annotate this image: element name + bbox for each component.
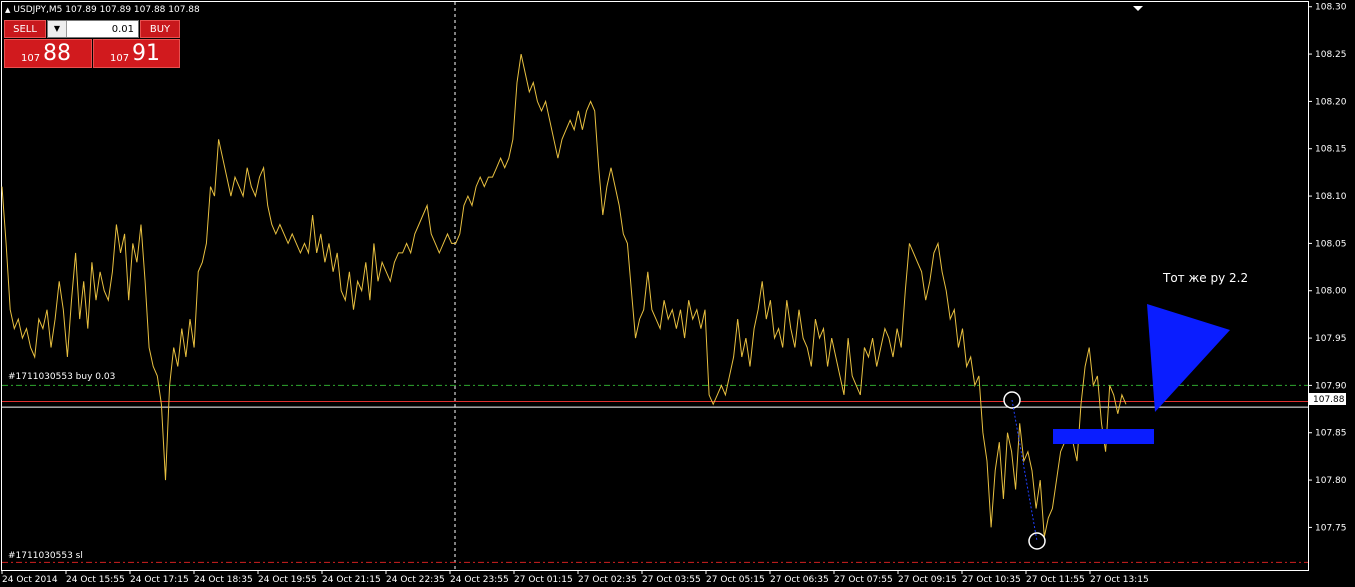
price-chart[interactable]: 108.30 108.25 108.20 108.15 108.10 108.05 108.… <box>0 0 1355 587</box>
y-tick-label: 108.00 <box>1315 287 1347 297</box>
annotation-text[interactable]: Тот же ру 2.2 <box>1162 271 1248 285</box>
buy-order-label: #1711030553 buy 0.03 <box>8 372 115 382</box>
y-tick-label: 107.75 <box>1315 523 1347 533</box>
collapse-triangle-icon[interactable]: ▲ <box>5 6 10 14</box>
price-axis: 108.30 108.25 108.20 108.15 108.10 108.05 108.… <box>1308 3 1347 533</box>
y-tick-label: 108.30 <box>1315 3 1347 13</box>
x-tick-label: 27 Oct 09:15 <box>898 575 957 585</box>
y-tick-label: 107.90 <box>1315 381 1347 391</box>
x-tick-label: 24 Oct 23:55 <box>450 575 509 585</box>
x-tick-label: 27 Oct 03:55 <box>642 575 701 585</box>
price-series-line <box>1 53 1127 538</box>
chart-shift-icon[interactable] <box>1133 6 1143 11</box>
bid-price-prefix: 107 <box>21 53 41 64</box>
x-tick-label: 24 Oct 22:35 <box>386 575 445 585</box>
stop-loss-label: #1711030553 sl <box>8 551 83 561</box>
y-tick-label: 108.20 <box>1315 97 1347 107</box>
y-tick-label: 108.15 <box>1315 145 1347 155</box>
lot-size-value: 0.01 <box>111 24 134 35</box>
ask-price-pips: 91 <box>132 41 160 66</box>
y-tick-label: 107.85 <box>1315 429 1347 439</box>
x-tick-label: 24 Oct 15:55 <box>66 575 125 585</box>
bid-price-pips: 88 <box>43 41 71 66</box>
blue-triangle-drawing[interactable] <box>1147 304 1230 412</box>
symbol-text: USDJPY,M5 107.89 107.89 107.88 107.88 <box>13 5 200 15</box>
y-tick-label: 108.25 <box>1315 50 1347 60</box>
x-tick-label: 24 Oct 2014 <box>2 575 58 585</box>
trade-markers <box>1003 391 1046 550</box>
current-price-value: 107.88 <box>1313 395 1345 405</box>
x-tick-label: 27 Oct 13:15 <box>1090 575 1149 585</box>
y-tick-label: 108.05 <box>1315 239 1347 249</box>
sell-button[interactable]: SELL <box>4 20 46 38</box>
x-tick-label: 27 Oct 01:15 <box>514 575 573 585</box>
x-tick-label: 27 Oct 10:35 <box>962 575 1021 585</box>
y-tick-label: 107.80 <box>1315 476 1347 486</box>
blue-rectangle-drawing[interactable] <box>1053 429 1154 444</box>
lot-dropdown-icon[interactable]: ▼ <box>48 21 67 37</box>
trade-connector-line <box>1011 399 1038 542</box>
lot-size-field[interactable]: ▼ 0.01 <box>47 20 139 38</box>
y-tick-label: 107.95 <box>1315 334 1347 344</box>
x-tick-label: 27 Oct 11:55 <box>1026 575 1085 585</box>
time-axis: 24 Oct 2014 24 Oct 15:55 24 Oct 17:15 24 Oc… <box>1 570 1149 585</box>
x-tick-label: 27 Oct 07:55 <box>834 575 893 585</box>
y-tick-label: 108.10 <box>1315 192 1347 202</box>
x-tick-label: 27 Oct 05:15 <box>706 575 765 585</box>
x-tick-label: 24 Oct 21:15 <box>322 575 381 585</box>
sell-price-box[interactable]: 107 88 <box>4 39 92 68</box>
order-levels <box>2 384 1308 563</box>
symbol-header: ▲ USDJPY,M5 107.89 107.89 107.88 107.88 <box>5 5 200 15</box>
buy-price-box[interactable]: 107 91 <box>93 39 180 68</box>
buy-button[interactable]: BUY <box>140 20 180 38</box>
x-tick-label: 27 Oct 02:35 <box>578 575 637 585</box>
ask-price-prefix: 107 <box>110 53 130 64</box>
one-click-trading-panel: SELL ▼ 0.01 BUY 107 88 107 91 <box>4 20 180 68</box>
x-tick-label: 24 Oct 19:55 <box>258 575 317 585</box>
x-tick-label: 24 Oct 17:15 <box>130 575 189 585</box>
x-tick-label: 24 Oct 18:35 <box>194 575 253 585</box>
x-tick-label: 27 Oct 06:35 <box>770 575 829 585</box>
